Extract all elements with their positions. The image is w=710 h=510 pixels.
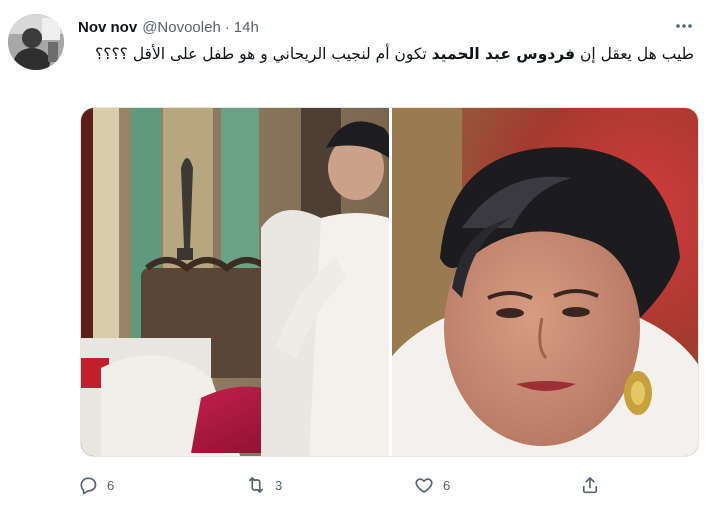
timestamp[interactable]: 14h <box>234 19 259 36</box>
reply-button[interactable]: 6 <box>78 472 114 498</box>
share-button[interactable] <box>580 472 600 498</box>
tweet-text-after: تكون أم لنجيب الريحاني و هو طفل على الأق… <box>94 45 432 63</box>
like-count: 6 <box>443 477 451 493</box>
user-handle[interactable]: @Novooleh <box>142 19 221 36</box>
tweet-header: Nov nov @Novooleh · 14h <box>78 16 259 38</box>
tweet-text-before: طيب هل يعقل إن <box>575 45 694 63</box>
tweet-text: طيب هل يعقل إن فردوس عبد الحميد تكون أم … <box>78 44 694 96</box>
display-name[interactable]: Nov nov <box>78 19 137 36</box>
retweet-count: 3 <box>275 477 283 493</box>
share-icon <box>582 477 598 494</box>
media-photo-1[interactable] <box>81 108 389 456</box>
more-options-button[interactable] <box>672 14 696 38</box>
retweet-icon <box>248 477 264 493</box>
tweet[interactable]: Nov nov @Novooleh · 14h طيب هل يعقل إن ف… <box>0 0 710 510</box>
reply-icon <box>80 477 97 495</box>
tweet-media[interactable] <box>80 107 699 457</box>
reply-count: 6 <box>107 477 115 493</box>
more-dots-icon <box>676 24 692 28</box>
retweet-button[interactable]: 3 <box>246 472 282 498</box>
media-photo-2[interactable] <box>392 108 698 456</box>
avatar[interactable] <box>8 14 64 70</box>
like-button[interactable]: 6 <box>414 472 450 498</box>
tweet-actions: 6 3 6 <box>78 472 608 498</box>
separator-dot: · <box>224 18 230 36</box>
tweet-text-bold: فردوس عبد الحميد <box>431 45 576 63</box>
heart-icon <box>415 478 433 493</box>
